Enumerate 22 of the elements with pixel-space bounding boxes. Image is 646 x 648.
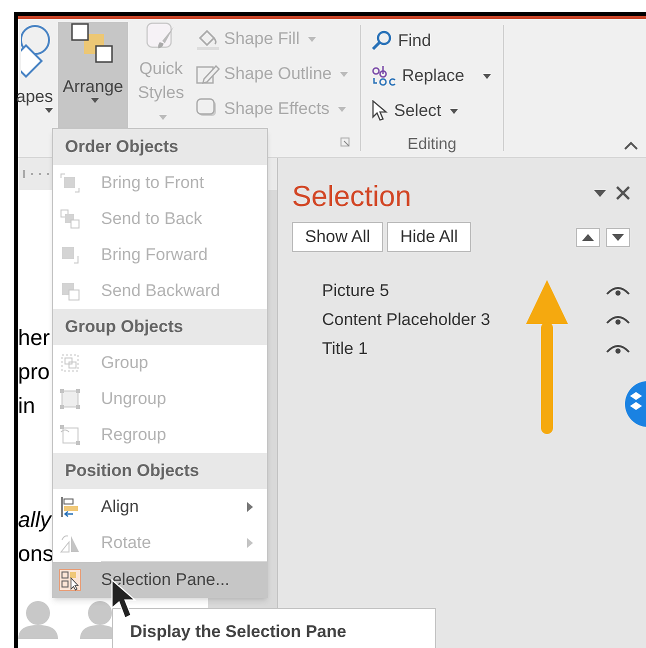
menu-item[interactable]: Align — [53, 489, 267, 525]
pane-item[interactable]: Title 1 — [292, 334, 630, 363]
menu-heading: Order Objects — [53, 129, 267, 165]
pane-item[interactable]: Content Placeholder 3 — [292, 305, 630, 334]
slide-text: ons — [18, 540, 54, 568]
ribbon-button[interactable]: Arrange — [58, 22, 128, 129]
pane-item[interactable]: Picture 5 — [292, 276, 630, 305]
editing-command[interactable]: Select — [371, 97, 503, 125]
slide-text: pro — [18, 358, 50, 386]
menu-item[interactable]: Selection Pane... — [53, 562, 267, 597]
group-label: Editing — [406, 135, 458, 155]
pane-title: Selection — [292, 180, 412, 214]
editing-command[interactable]: Replace — [371, 62, 503, 90]
slide-text: her — [18, 324, 50, 352]
editing-command[interactable]: Find — [371, 27, 503, 55]
slide-text: ally — [18, 506, 52, 534]
slide-text: in — [18, 392, 36, 420]
pane-button[interactable]: Hide All — [387, 222, 471, 252]
pane-button[interactable]: Show All — [292, 222, 384, 252]
tooltip: Display the Selection Pane — [112, 608, 436, 648]
menu-heading: Position Objects — [53, 453, 267, 489]
menu-heading: Group Objects — [53, 309, 267, 345]
